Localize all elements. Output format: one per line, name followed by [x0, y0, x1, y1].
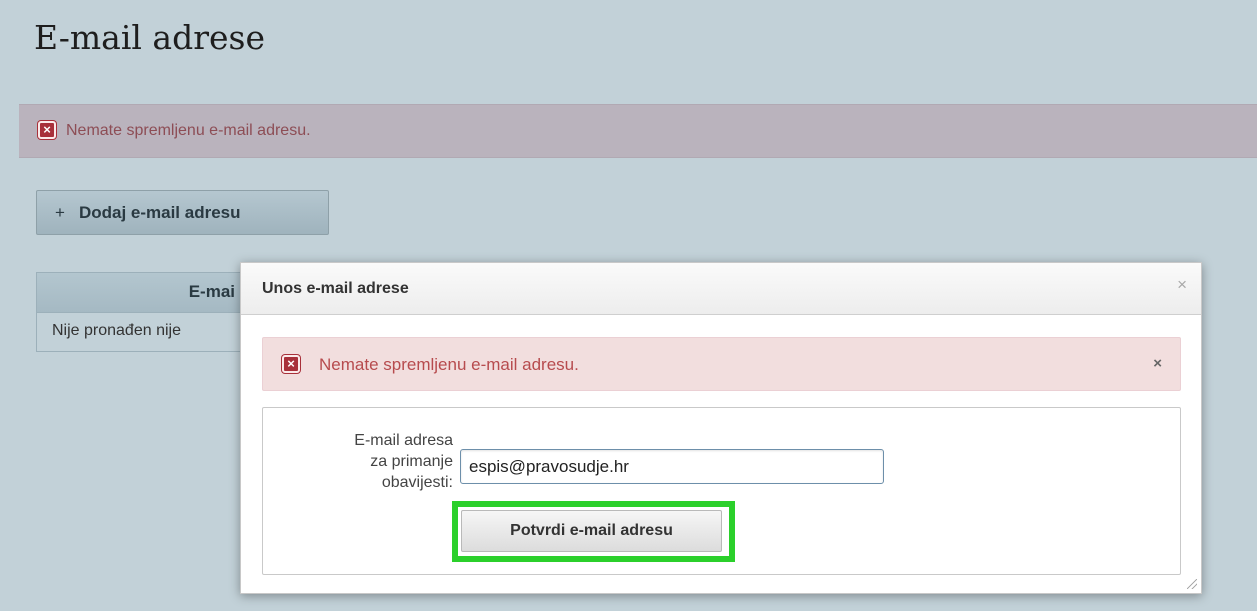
email-input[interactable]	[460, 449, 884, 484]
add-email-button-label: Dodaj e-mail adresu	[78, 202, 241, 222]
email-table-header: E-mai	[36, 272, 246, 312]
alert-close-icon[interactable]: ×	[1153, 355, 1162, 372]
confirm-email-button[interactable]: Potvrdi e-mail adresu	[461, 510, 722, 552]
error-icon: ×	[38, 121, 56, 139]
email-field-label: E-mail adresa za primanje obavijesti:	[354, 432, 453, 491]
close-icon[interactable]: ×	[1177, 275, 1187, 295]
error-icon: ×	[282, 355, 300, 373]
dialog-alert-message: Nemate spremljenu e-mail adresu.	[319, 355, 579, 374]
page-title: E-mail adrese	[34, 18, 265, 57]
email-table-empty-row: Nije pronađen nije	[36, 312, 246, 352]
page-alert: × Nemate spremljenu e-mail adresu.	[19, 104, 1257, 158]
dialog-header: Unos e-mail adrese ×	[241, 263, 1201, 315]
page-alert-message: Nemate spremljenu e-mail adresu.	[66, 122, 311, 139]
add-email-button[interactable]: + Dodaj e-mail adresu	[36, 190, 329, 235]
email-entry-dialog: Unos e-mail adrese × × Nemate spremljenu…	[240, 262, 1202, 594]
email-form: E-mail adresa za primanje obavijesti: Po…	[262, 407, 1181, 575]
resize-handle[interactable]	[1187, 579, 1197, 589]
plus-icon: +	[55, 202, 65, 222]
dialog-alert: × Nemate spremljenu e-mail adresu. ×	[262, 337, 1181, 391]
dialog-title: Unos e-mail adrese	[262, 280, 409, 297]
